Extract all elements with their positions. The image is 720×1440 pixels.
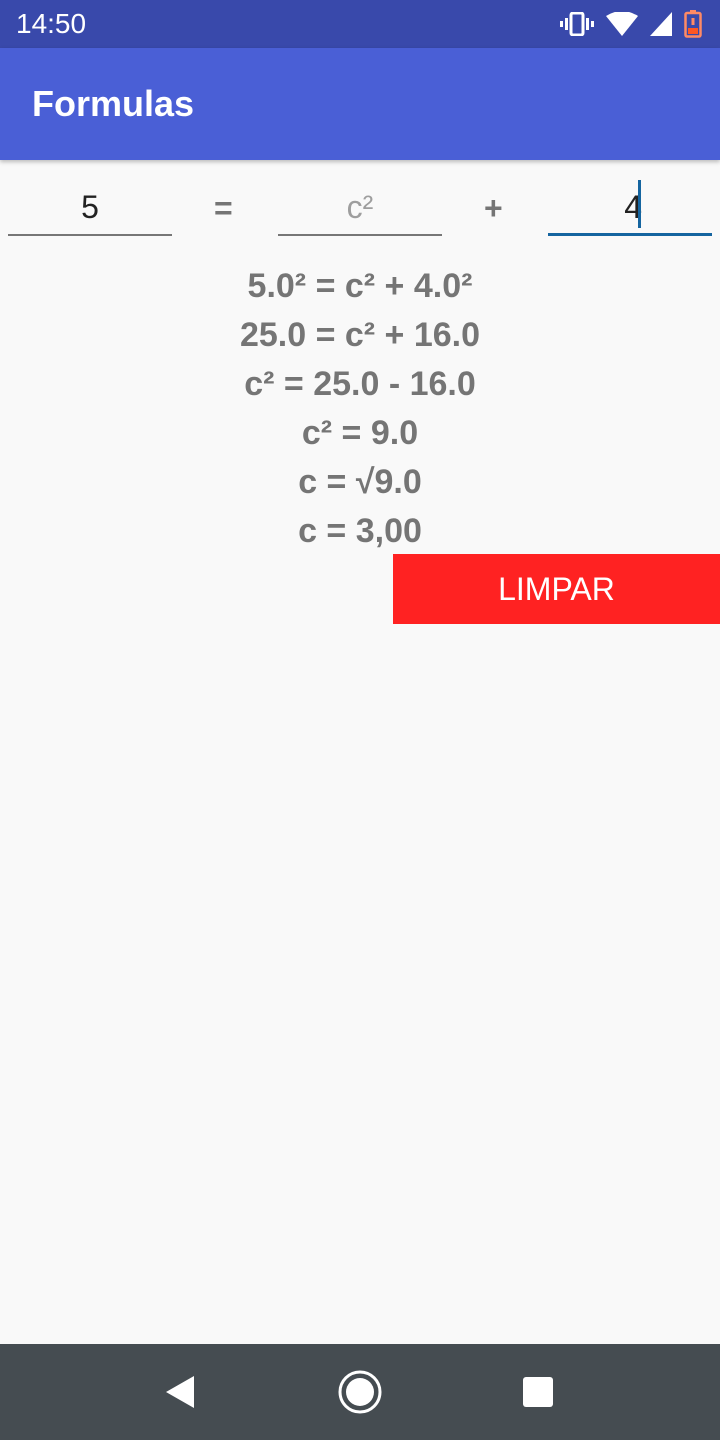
clear-button[interactable]: LIMPAR <box>393 554 720 624</box>
battery-low-icon <box>684 10 702 38</box>
recents-icon[interactable] <box>514 1368 562 1416</box>
leg-b-input[interactable]: 4 <box>548 178 712 236</box>
step-line: 25.0 = c² + 16.0 <box>239 316 481 354</box>
plus-sign: + <box>484 190 503 226</box>
navigation-bar <box>0 1344 720 1440</box>
step-line: c = 3,00 <box>298 512 422 550</box>
step-line: c² = 9.0 <box>301 414 419 452</box>
solution-steps: 5.0² = c² + 4.0² 25.0 = c² + 16.0 c² = 2… <box>0 262 720 556</box>
step-line: c = √9.0 <box>298 463 422 501</box>
app-title: Formulas <box>32 83 195 124</box>
app-bar: Formulas <box>0 48 720 160</box>
leg-c-input[interactable]: c² <box>278 178 442 236</box>
wifi-icon <box>606 12 638 36</box>
hypotenuse-input[interactable]: 5 <box>8 178 172 236</box>
status-time: 14:50 <box>16 8 87 39</box>
step-line: c² = 25.0 - 16.0 <box>244 365 476 403</box>
vibrate-icon <box>560 12 594 36</box>
home-icon[interactable] <box>336 1368 384 1416</box>
equals-sign: = <box>214 190 233 226</box>
text-cursor <box>638 180 641 228</box>
status-icons <box>560 10 702 38</box>
back-icon[interactable] <box>156 1368 204 1416</box>
status-bar: 14:50 <box>0 0 720 48</box>
step-line: 5.0² = c² + 4.0² <box>247 267 473 305</box>
cell-signal-icon <box>650 12 672 36</box>
